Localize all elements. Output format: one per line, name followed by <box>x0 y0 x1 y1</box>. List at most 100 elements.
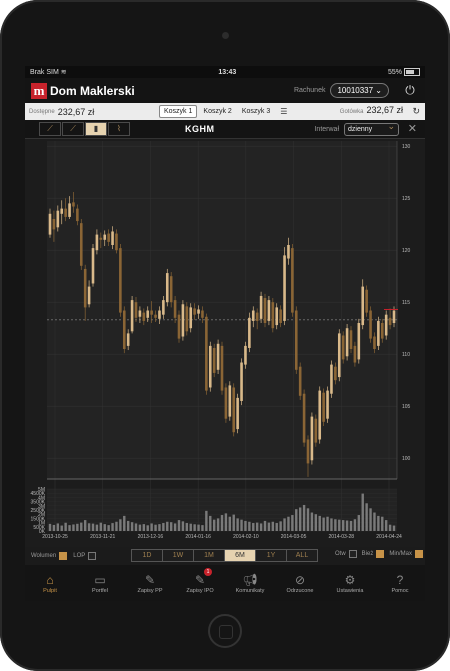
lop-toggle[interactable]: LOP <box>73 552 97 560</box>
document-edit-icon: ✎ <box>194 572 206 587</box>
volume-bar <box>314 514 318 531</box>
volume-bar <box>341 520 345 531</box>
volume-bar <box>373 512 376 531</box>
battery-status: 55% <box>388 68 420 76</box>
trendline-tool-icon[interactable]: ⟋ <box>39 122 61 136</box>
volume-bar <box>107 525 110 531</box>
volume-bar <box>173 523 177 531</box>
volume-bar <box>123 515 126 531</box>
megaphone-icon: 📢︎ <box>242 572 258 587</box>
minmax-checkbox[interactable] <box>415 550 423 558</box>
volume-bar <box>365 503 368 531</box>
candle-body <box>177 314 181 339</box>
volume-bar <box>119 519 122 531</box>
candle-body <box>142 312 146 321</box>
range-6m[interactable]: 6M <box>224 549 256 562</box>
otw-checkbox[interactable] <box>348 550 357 558</box>
account-dropdown[interactable]: 10010337 ⌄ <box>330 83 389 98</box>
candle-tool-icon[interactable]: ▮ <box>85 122 107 136</box>
volume-bar <box>189 523 192 531</box>
volume-bar <box>291 515 294 531</box>
price-volume-chart[interactable]: 2013-10-25 2013-11-21 2013-12-16 2014-01-16… <box>25 139 425 547</box>
chart-controls: Wolumen LOP 1D 1W 1M 6M 1Y ALL Otw Bież … <box>25 547 425 565</box>
volume-bar <box>193 524 196 531</box>
biez-toggle[interactable]: Bież <box>362 550 385 558</box>
volume-bar <box>275 523 278 531</box>
range-1y[interactable]: 1Y <box>255 549 287 562</box>
biez-checkbox[interactable] <box>376 550 385 558</box>
candle-body <box>287 245 290 259</box>
x-tick-label: 2014-03-05 <box>281 534 307 540</box>
candle-body <box>134 302 138 318</box>
tab-odrzucone[interactable]: ⊘ Odrzucone <box>275 565 325 601</box>
refresh-icon[interactable]: ↻ <box>412 106 420 117</box>
fibonacci-tool-icon[interactable]: ⌇ <box>108 122 130 136</box>
candle-body <box>158 310 161 319</box>
range-all[interactable]: ALL <box>286 549 318 562</box>
polyline-tool-icon[interactable]: ⟋ <box>62 122 84 136</box>
volume-bar <box>60 525 63 531</box>
candle-body <box>330 364 333 394</box>
volume-bar <box>169 522 173 531</box>
app-title: Dom Maklerski <box>50 83 135 98</box>
menu-icon[interactable]: ☰ <box>280 107 287 116</box>
candle-body <box>283 255 286 321</box>
tab-zapisy-ipo[interactable]: ✎ 1 Zapisy IPO <box>175 565 225 601</box>
candle-body <box>228 385 232 417</box>
tab-komunikaty[interactable]: 📢︎ Komunikaty <box>225 565 275 601</box>
chevron-down-icon: ⌄ <box>375 86 382 95</box>
volume-bar <box>252 523 255 531</box>
close-icon[interactable]: ✕ <box>408 122 417 135</box>
otw-toggle[interactable]: Otw <box>335 550 357 558</box>
volume-bar <box>209 515 212 531</box>
minmax-toggle[interactable]: Min/Max <box>389 550 423 558</box>
candle-body <box>185 306 189 332</box>
basket-tab-2[interactable]: Koszyk 2 <box>199 106 235 117</box>
candle-body <box>220 345 224 391</box>
volume-bar <box>381 516 384 531</box>
clock: 13:43 <box>218 68 237 76</box>
interval-dropdown[interactable]: dzienny <box>344 121 399 136</box>
volume-bar <box>349 520 353 531</box>
y-tick-label: 105 <box>402 404 411 410</box>
volume-bar <box>279 521 282 531</box>
volume-bar <box>103 524 106 531</box>
tab-pomoc[interactable]: ? Pomoc <box>375 565 425 601</box>
candle-body <box>349 330 353 349</box>
candle-body <box>259 295 263 319</box>
candle-body <box>248 317 251 348</box>
power-icon[interactable]: ⏻ <box>403 83 417 97</box>
lop-checkbox[interactable] <box>88 552 97 560</box>
volume-bar <box>150 523 153 531</box>
volume-bar <box>185 523 189 531</box>
chart-ticker: KGHM <box>185 124 215 134</box>
volume-bar <box>197 524 200 531</box>
cash-balance: Gotówka 232,67 zł <box>340 105 403 115</box>
home-button[interactable] <box>208 614 242 648</box>
tab-portfel[interactable]: ▭ Portfel <box>75 565 125 601</box>
candle-body <box>68 203 71 217</box>
candle-body <box>326 390 329 419</box>
volume-toggle[interactable]: Wolumen <box>31 552 68 560</box>
candle-body <box>169 276 173 303</box>
volume-bar <box>384 520 388 531</box>
basket-tab-3[interactable]: Koszyk 3 <box>238 106 274 117</box>
candle-body <box>232 387 236 433</box>
tab-ustawienia[interactable]: ⚙ Ustawienia <box>325 565 375 601</box>
range-1w[interactable]: 1W <box>162 549 194 562</box>
volume-bar <box>248 521 251 531</box>
candle-body <box>126 333 130 346</box>
account-label: Rachunek <box>293 87 326 94</box>
range-1m[interactable]: 1M <box>193 549 225 562</box>
basket-tab-1[interactable]: Koszyk 1 <box>159 105 198 118</box>
volume-bar <box>72 524 75 531</box>
volume-bar <box>95 524 99 531</box>
tab-pulpit[interactable]: ⌂ Pulpit <box>25 565 75 601</box>
candle-body <box>267 300 271 321</box>
candle-body <box>341 335 345 360</box>
range-1d[interactable]: 1D <box>131 549 163 562</box>
volume-bar <box>134 523 138 531</box>
candle-body <box>173 300 177 318</box>
tab-zapisy-pp[interactable]: ✎ Zapisy PP <box>125 565 175 601</box>
volume-checkbox[interactable] <box>59 552 68 560</box>
